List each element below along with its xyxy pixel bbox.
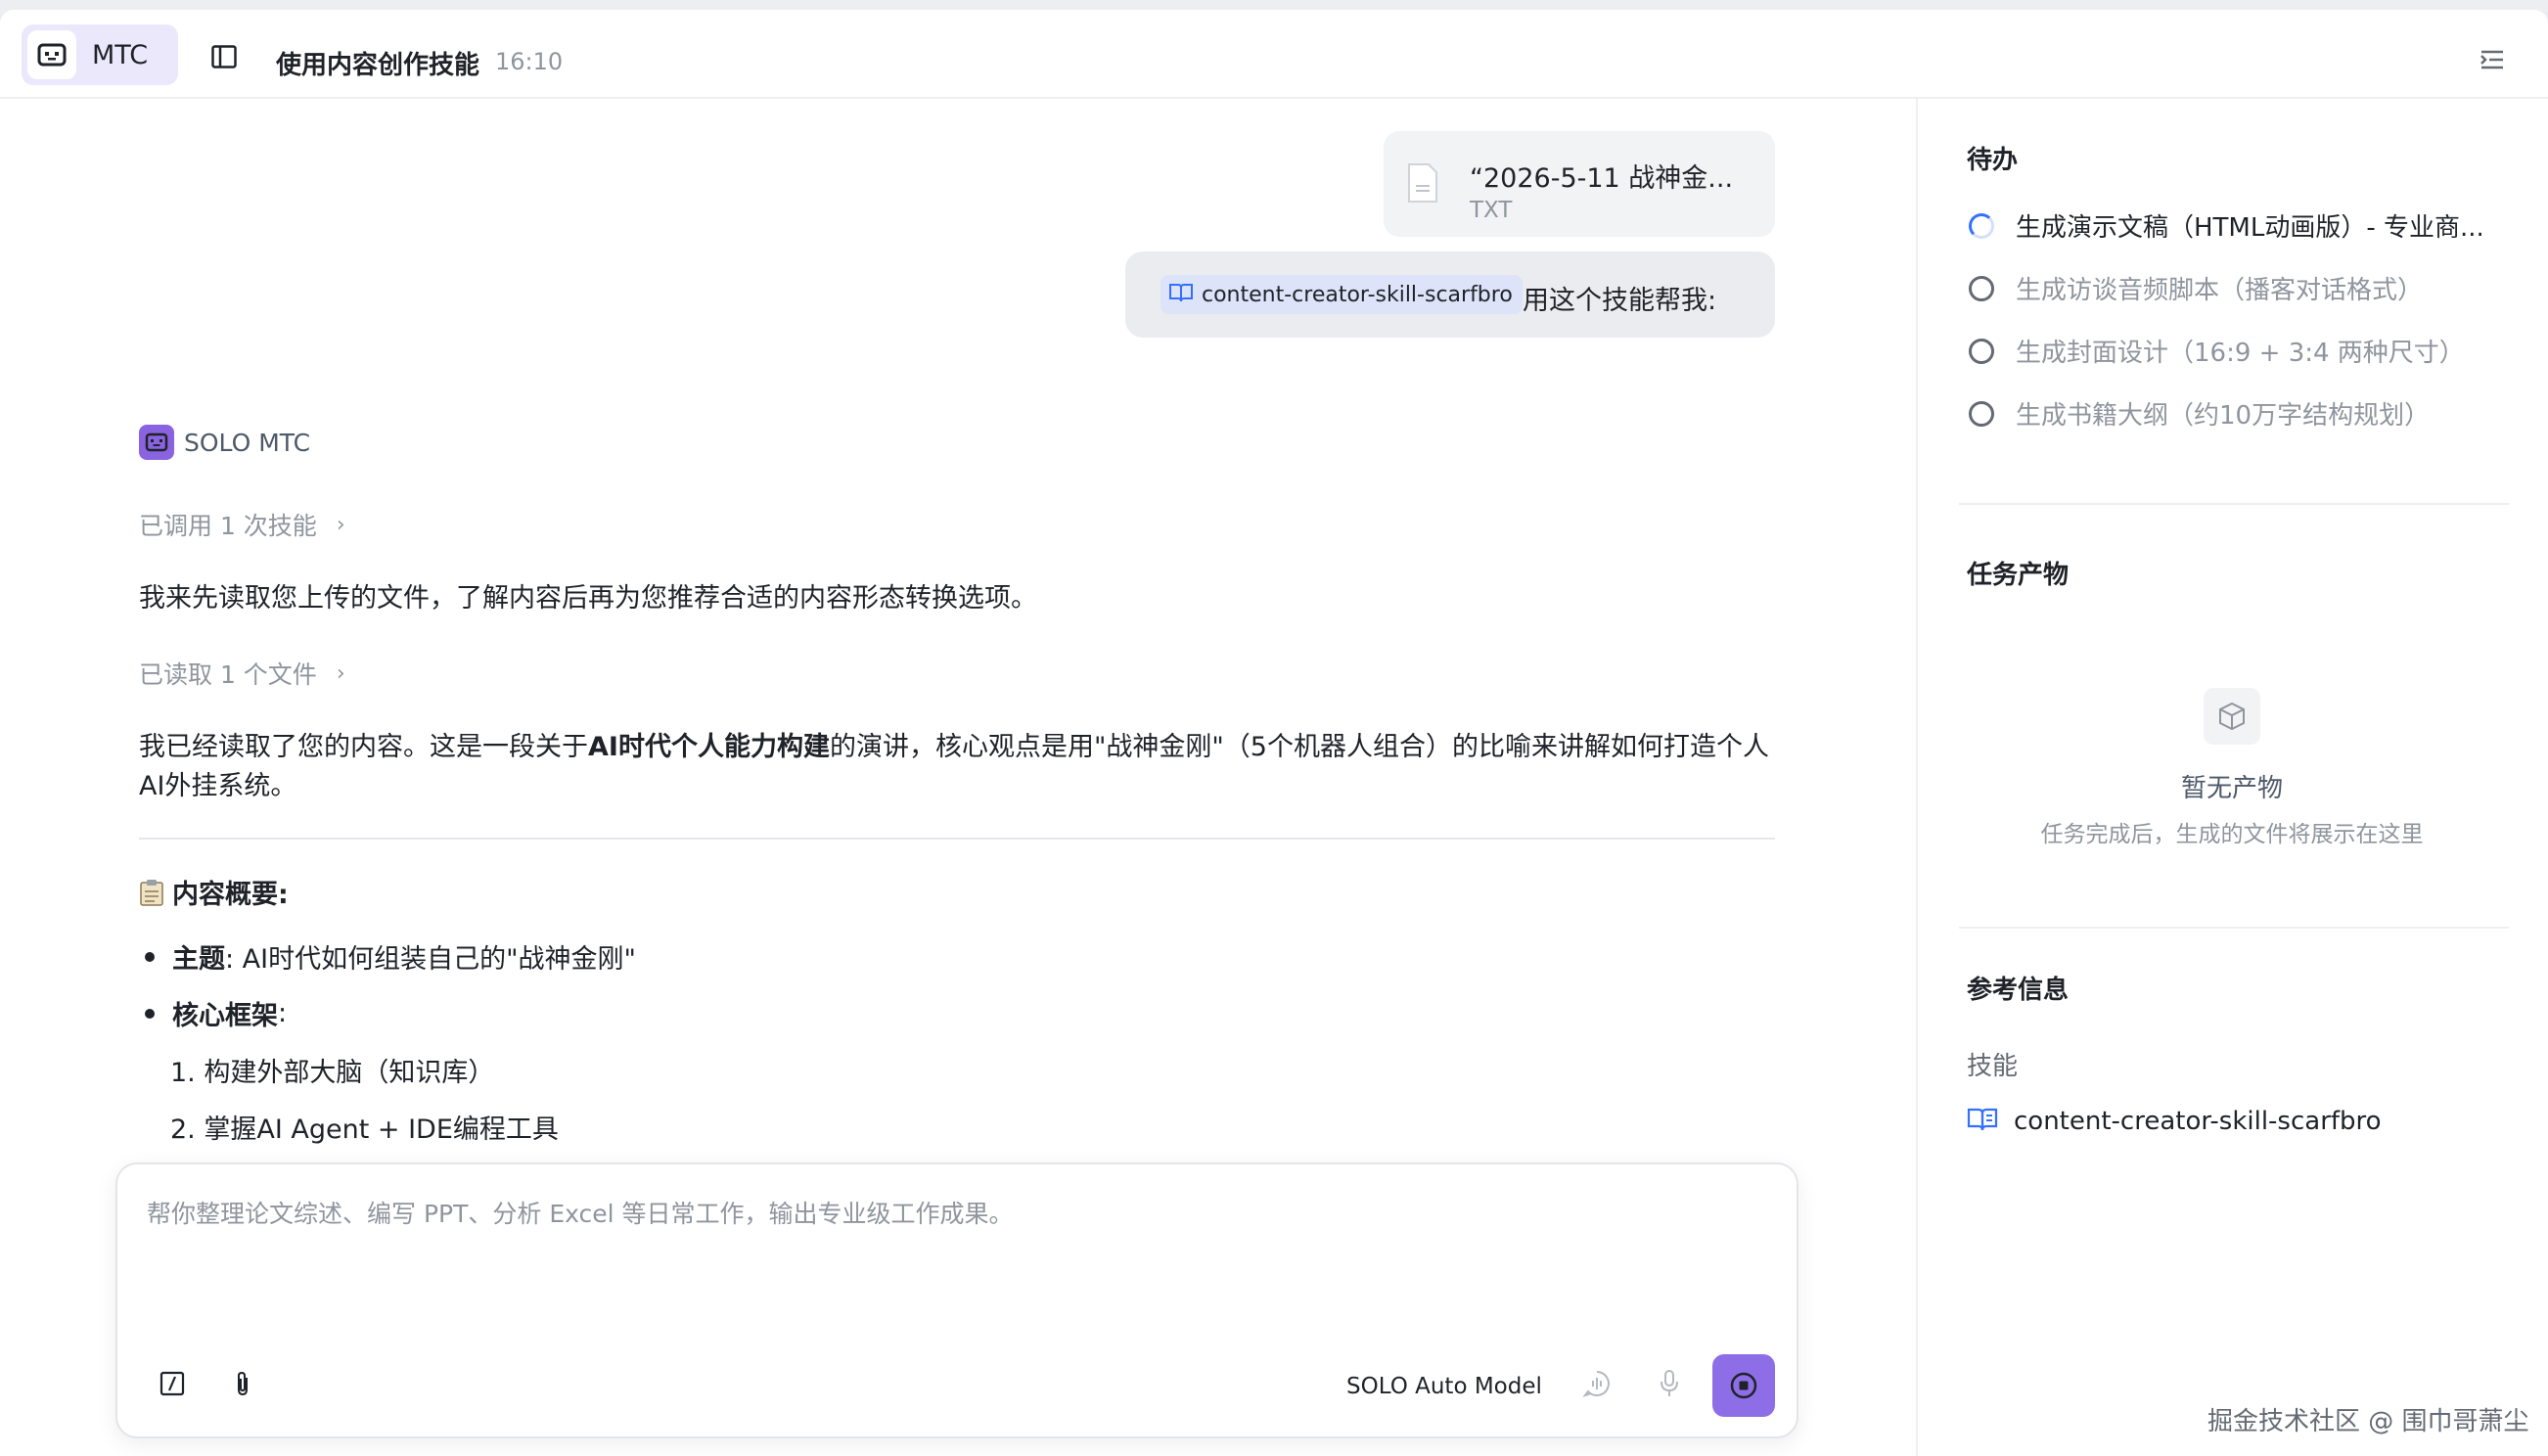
chevron-right-icon: › <box>336 512 345 537</box>
collapse-panel-icon[interactable] <box>2480 49 2505 70</box>
skill-book-icon <box>1967 1107 1998 1136</box>
todo-item[interactable]: 生成演示文稿（HTML动画版）- 专业商... <box>1969 207 2484 244</box>
empty-outputs-hint: 任务完成后，生成的文件将展示在这里 <box>2040 822 2424 847</box>
app-window: MTC 使用内容创作技能 16:10 “2026-5-11 战神金... TXT… <box>0 10 2548 1456</box>
bullet-label: 主题 <box>172 944 225 975</box>
attachment-icon[interactable] <box>223 1364 262 1403</box>
assistant-intro: 我来先读取您上传的文件，了解内容后再为您推荐合适的内容形态转换选项。 <box>139 583 1037 614</box>
mtc-logo-icon <box>27 30 76 79</box>
assistant-summary: 我已经读取了您的内容。这是一段关于AI时代个人能力构建的演讲，核心观点是用"战神… <box>139 728 1775 806</box>
todo-label: 生成演示文稿（HTML动画版）- 专业商... <box>2016 213 2484 243</box>
voice-chat-icon[interactable] <box>1577 1364 1616 1403</box>
pending-circle-icon <box>1969 338 1994 364</box>
content-divider <box>139 838 1775 840</box>
chevron-right-icon: › <box>336 660 345 686</box>
task-panel: 待办 生成演示文稿（HTML动画版）- 专业商... 生成访谈音频脚本（播客对话… <box>1916 99 2548 1456</box>
todo-label: 生成书籍大纲（约10万字结构规划） <box>2016 401 2431 431</box>
document-icon <box>1407 162 1438 204</box>
file-read-status-label: 已读取 1 个文件 <box>139 660 317 689</box>
assistant-name: SOLO MTC <box>184 428 311 457</box>
assistant-header: SOLO MTC <box>139 425 310 460</box>
slash-command-icon[interactable] <box>153 1364 192 1403</box>
panel-divider <box>1959 503 2509 505</box>
loading-spinner-icon <box>1969 212 1994 239</box>
model-selector[interactable]: SOLO Auto Model <box>1346 1374 1542 1399</box>
panel-divider <box>1959 927 2509 929</box>
conversation-time: 16:10 <box>495 48 564 75</box>
sidebar-toggle-icon[interactable] <box>211 45 237 68</box>
todo-item[interactable]: 生成封面设计（16:9 + 3:4 两种尺寸） <box>1969 333 2465 369</box>
skill-call-status[interactable]: 已调用 1 次技能 › <box>139 507 345 542</box>
stop-generation-button[interactable] <box>1712 1354 1775 1417</box>
skill-tag-label: content-creator-skill-scarfbro <box>1202 282 1513 307</box>
overview-title: 内容概要: <box>172 880 289 910</box>
watermark: 掘金技术社区 @ 围巾哥萧尘 <box>2207 1407 2529 1436</box>
message-composer: SOLO Auto Model <box>115 1162 1798 1438</box>
reference-skill-name: content-creator-skill-scarfbro <box>2014 1107 2382 1136</box>
empty-outputs-title: 暂无产物 <box>2180 774 2283 803</box>
summary-highlight: AI时代个人能力构建 <box>588 732 830 762</box>
reference-title: 参考信息 <box>1967 976 2070 1005</box>
skill-call-status-label: 已调用 1 次技能 <box>139 512 317 540</box>
conversation-title: 使用内容创作技能 <box>276 51 480 80</box>
todo-label: 生成访谈音频脚本（播客对话格式） <box>2016 276 2424 305</box>
clipboard-icon <box>139 879 164 906</box>
todo-item[interactable]: 生成访谈音频脚本（播客对话格式） <box>1969 270 2423 306</box>
bullet-dot <box>145 1008 155 1019</box>
file-read-status[interactable]: 已读取 1 个文件 › <box>139 656 345 691</box>
bullet-text: : AI时代如何组装自己的"战神金刚" <box>225 944 636 975</box>
todo-title: 待办 <box>1967 146 2019 175</box>
skill-tag[interactable]: content-creator-skill-scarfbro <box>1160 275 1523 314</box>
list-item: 主题: AI时代如何组装自己的"战神金刚" <box>145 937 636 976</box>
user-message-text: 用这个技能帮我: <box>1523 286 1717 316</box>
numbered-item: 2. 掌握AI Agent + IDE编程工具 <box>170 1115 559 1145</box>
bullet-dot <box>145 951 155 962</box>
reference-skill-label: 技能 <box>1967 1052 2019 1081</box>
attachment-name: “2026-5-11 战神金... <box>1470 163 1734 194</box>
summary-text-start: 我已经读取了您的内容。这是一段关于 <box>139 732 588 762</box>
bullet-label: 核心框架 <box>172 1001 278 1031</box>
agent-switcher[interactable]: MTC <box>22 24 178 85</box>
pending-circle-icon <box>1969 400 1994 427</box>
stop-icon <box>1730 1372 1757 1399</box>
user-message: content-creator-skill-scarfbro 用这个技能帮我: <box>1125 251 1775 338</box>
attachment-type: TXT <box>1470 198 1513 223</box>
attachment-card[interactable]: “2026-5-11 战神金... TXT <box>1384 131 1775 237</box>
overview-heading: 内容概要: <box>139 873 289 911</box>
outputs-title: 任务产物 <box>1967 561 2070 590</box>
list-item: 核心框架: <box>145 994 287 1032</box>
message-input[interactable] <box>147 1200 1752 1228</box>
todo-item[interactable]: 生成书籍大纲（约10万字结构规划） <box>1969 395 2430 432</box>
microphone-icon[interactable] <box>1650 1364 1689 1403</box>
agent-name: MTC <box>92 39 149 70</box>
skill-book-icon <box>1168 282 1194 307</box>
top-bar: MTC 使用内容创作技能 16:10 <box>0 10 2548 99</box>
bullet-text: : <box>278 998 288 1028</box>
reference-skill-link[interactable]: content-creator-skill-scarfbro <box>1967 1107 2382 1136</box>
assistant-avatar <box>139 425 174 460</box>
pending-circle-icon <box>1969 275 1994 301</box>
todo-label: 生成封面设计（16:9 + 3:4 两种尺寸） <box>2016 339 2465 368</box>
empty-box-icon <box>2204 688 2260 745</box>
numbered-item: 1. 构建外部大脑（知识库） <box>170 1058 495 1088</box>
